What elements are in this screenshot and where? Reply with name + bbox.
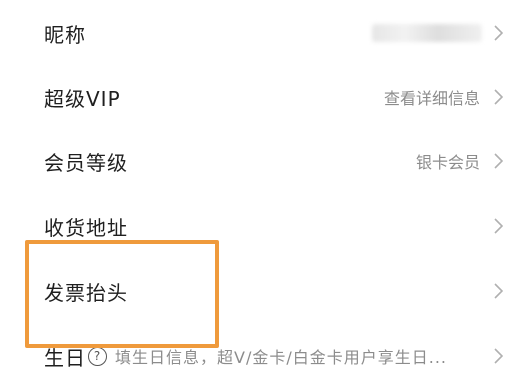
vip-value: 查看详细信息 (383, 89, 480, 108)
chevron-right-icon (494, 283, 503, 299)
member-level-label: 会员等级 (44, 150, 128, 175)
chevron-right-icon (494, 348, 503, 364)
address-label: 收货地址 (44, 215, 128, 240)
info-circle-icon[interactable]: ? (88, 346, 107, 366)
member-level-row[interactable]: 会员等级 银卡会员 (0, 128, 523, 194)
chevron-right-icon (494, 25, 503, 41)
chevron-right-icon (494, 89, 503, 105)
nickname-label: 昵称 (44, 22, 86, 47)
vip-row[interactable]: 超级VIP 查看详细信息 (0, 64, 523, 130)
chevron-right-icon (494, 153, 503, 169)
member-level-value: 银卡会员 (415, 153, 480, 172)
vip-label: 超级VIP (44, 86, 121, 111)
nickname-value-blurred (372, 24, 482, 42)
invoice-highlight-box (25, 240, 219, 348)
nickname-row[interactable]: 昵称 (0, 0, 523, 66)
chevron-right-icon (494, 218, 503, 234)
